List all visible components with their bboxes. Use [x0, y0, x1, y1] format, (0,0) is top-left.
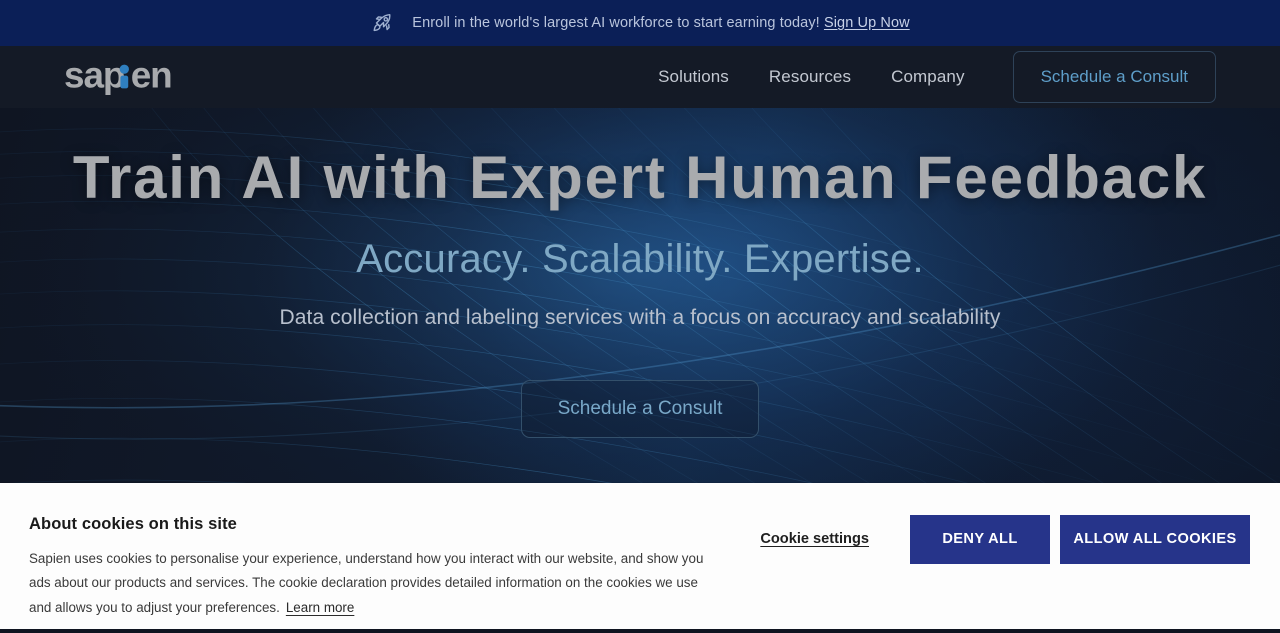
- sign-up-now-link[interactable]: Sign Up Now: [824, 15, 910, 31]
- sapien-logo[interactable]: sap en: [64, 55, 249, 99]
- site-header: sap en Solutions Resources Company Sched…: [0, 46, 1280, 108]
- promo-text: Enroll in the world's largest AI workfor…: [412, 15, 909, 31]
- cookie-banner-body-text: Sapien uses cookies to personalise your …: [29, 551, 704, 615]
- svg-text:sap: sap: [64, 55, 125, 96]
- rocket-icon: [370, 10, 396, 36]
- cookie-banner-body: Sapien uses cookies to personalise your …: [29, 547, 718, 620]
- promo-banner: Enroll in the world's largest AI workfor…: [0, 0, 1280, 46]
- deny-all-button[interactable]: DENY ALL: [910, 514, 1050, 564]
- hero-description: Data collection and labeling services wi…: [279, 305, 1001, 329]
- header-schedule-consult-button[interactable]: Schedule a Consult: [1012, 51, 1216, 103]
- hero-subtitle: Accuracy. Scalability. Expertise.: [356, 236, 924, 281]
- nav-item-solutions[interactable]: Solutions: [658, 67, 729, 87]
- main-navigation: Solutions Resources Company: [658, 67, 964, 87]
- nav-item-company[interactable]: Company: [891, 67, 964, 87]
- cookie-learn-more-link[interactable]: Learn more: [286, 600, 354, 615]
- cookie-banner-title: About cookies on this site: [29, 515, 237, 533]
- nav-item-resources[interactable]: Resources: [769, 67, 851, 87]
- cookie-text-column: About cookies on this site Sapien uses c…: [0, 483, 718, 620]
- allow-all-cookies-button[interactable]: ALLOW ALL COOKIES: [1060, 514, 1250, 564]
- hero-schedule-consult-button[interactable]: Schedule a Consult: [520, 379, 760, 438]
- svg-text:en: en: [131, 55, 172, 96]
- hero-cta-wrapper: Schedule a Consult: [0, 379, 1280, 438]
- cookie-banner-actions: Cookie settings DENY ALL ALLOW ALL COOKI…: [718, 483, 1280, 595]
- cookie-settings-link[interactable]: Cookie settings: [760, 531, 869, 547]
- promo-message: Enroll in the world's largest AI workfor…: [412, 15, 820, 31]
- hero-title: Train AI with Expert Human Feedback: [72, 144, 1208, 211]
- hero-content: Train AI with Expert Human Feedback Accu…: [0, 104, 1280, 438]
- cookie-consent-banner: About cookies on this site Sapien uses c…: [0, 483, 1280, 629]
- hero-section: Train AI with Expert Human Feedback Accu…: [0, 104, 1280, 629]
